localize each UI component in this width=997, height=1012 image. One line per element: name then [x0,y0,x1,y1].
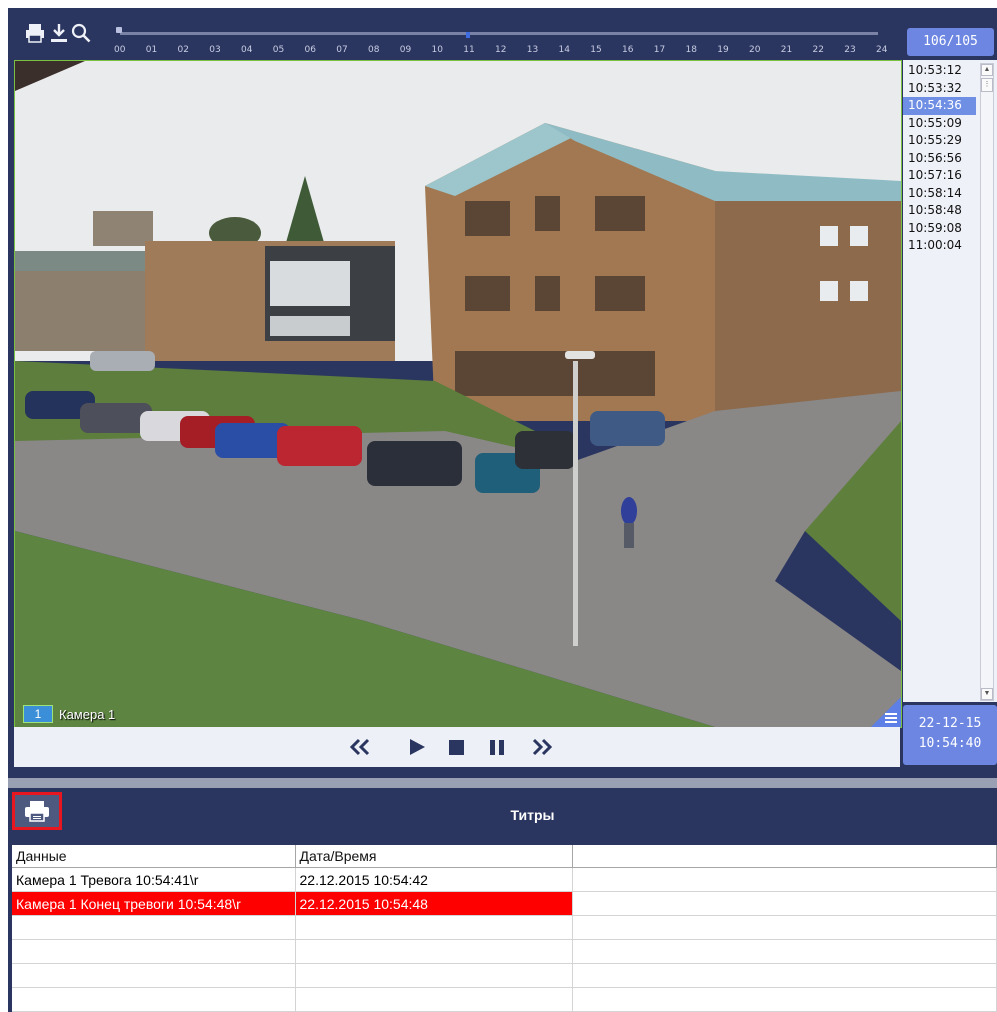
print-icon [25,801,49,822]
timeline-hour-label: 12 [495,45,507,55]
table-row[interactable]: Камера 1 Тревога 10:54:41\r 22.12.2015 10… [12,867,997,892]
timeline-hour-label: 19 [717,45,729,55]
cell-data [12,915,296,940]
timeline-hour-label: 08 [368,45,380,55]
time-list-item[interactable]: 10:59:08 [903,220,976,238]
titles-heading: Титры [510,807,555,823]
table-row[interactable] [12,939,997,964]
time-list-scrollbar[interactable]: ▲ ⋮ ▼ [980,63,994,701]
cell-empty [572,891,997,916]
timeline-hour-label: 04 [241,45,253,55]
event-time-list[interactable]: 10:53:12 10:53:32 10:54:36 10:55:09 10:55:29… [903,60,997,702]
table-header-row: Данные Дата/Время [12,845,997,868]
camera-image [15,61,901,727]
event-counter: 106/105 [907,28,994,56]
play-icon[interactable] [406,737,428,757]
timeline-hour-label: 13 [526,45,539,55]
archive-player: 00 01 02 03 04 05 06 07 08 09 10 11 12 13 14 15 16 17 18 19… [8,8,997,778]
cell-datetime [295,939,573,964]
timeline-hour-label: 02 [177,45,189,55]
time-list-item[interactable]: 10:58:14 [903,185,976,203]
time-list-item[interactable]: 10:57:16 [903,167,976,185]
cell-datetime [295,915,573,940]
timeline-hour-label: 17 [653,45,666,55]
cell-empty [572,939,997,964]
timeline-hour-label: 00 [114,45,126,55]
time-list-item[interactable]: 10:55:29 [903,132,976,150]
camera-name: Камера 1 [59,706,116,722]
timeline-hour-label: 15 [590,45,602,55]
timeline-hour-label: 11 [463,45,475,55]
search-icon[interactable] [70,22,92,44]
fast-forward-icon[interactable] [531,737,553,757]
timeline-hour-label: 23 [844,45,856,55]
table-row[interactable]: Камера 1 Конец тревоги 10:54:48\r 22.12.2… [12,891,997,916]
timeline-track[interactable] [120,32,878,35]
table-row[interactable] [12,963,997,988]
camera-video-frame[interactable]: 1 Камера 1 [14,60,902,728]
cell-empty [572,867,997,892]
scroll-down-icon[interactable]: ▼ [981,688,993,700]
timeline-hour-label: 01 [145,45,158,55]
cell-datetime: 22.12.2015 10:54:42 [295,867,573,892]
playback-controls [14,727,900,767]
timeline-hour-label: 14 [558,45,570,55]
cell-data: Камера 1 Конец тревоги 10:54:48\r [12,891,296,916]
titles-table: Данные Дата/Время Камера 1 Тревога 10:54… [12,845,997,1012]
print-icon[interactable] [24,22,46,44]
camera-label: 1 Камера 1 [23,705,115,723]
time-list-item[interactable]: 10:53:32 [903,80,976,98]
camera-number: 1 [23,705,53,723]
timeline-hour-label: 16 [622,45,634,55]
table-row[interactable] [12,915,997,940]
cell-datetime [295,963,573,988]
current-datetime: 22-12-15 10:54:40 [903,705,997,765]
table-row[interactable] [12,987,997,1012]
titles-panel: Титры Данные Дата/Время Камера 1 Тревога… [8,788,997,1012]
timeline-hour-label: 07 [336,45,348,55]
pause-icon[interactable] [486,737,508,757]
cell-empty [572,915,997,940]
scroll-up-icon[interactable]: ▲ [981,64,993,76]
timeline-hour-label: 24 [876,45,888,55]
time-list-item[interactable]: 11:00:04 [903,237,976,255]
time-list-item[interactable]: 10:55:09 [903,115,976,133]
timeline-position-marker[interactable] [466,32,470,38]
rewind-icon[interactable] [349,737,371,757]
stop-icon[interactable] [446,737,468,757]
timeline-hour-label: 06 [304,45,316,55]
timeline-hour-label: 20 [749,45,761,55]
print-button[interactable] [12,792,62,830]
timeline-hour-label: 22 [812,45,824,55]
timeline-hour-label: 21 [780,45,793,55]
time-list-item[interactable]: 10:56:56 [903,150,976,168]
player-toolbar: 00 01 02 03 04 05 06 07 08 09 10 11 12 13 14 15 16 17 18 19… [10,22,900,58]
current-date: 22-12-15 [918,716,982,731]
cell-data: Камера 1 Тревога 10:54:41\r [12,867,296,892]
timeline-hour-label: 05 [272,45,285,55]
column-header-datetime[interactable]: Дата/Время [295,845,573,868]
cell-datetime [295,987,573,1012]
time-list-item[interactable]: 10:58:48 [903,202,976,220]
menu-icon[interactable] [871,697,901,727]
download-icon[interactable] [48,22,70,44]
cell-empty [572,987,997,1012]
cell-data [12,987,296,1012]
timeline-hour-label: 10 [431,45,443,55]
timeline-hour-label: 18 [685,45,697,55]
time-list-item[interactable]: 10:53:12 [903,62,976,80]
cell-data [12,939,296,964]
panel-splitter[interactable] [8,778,997,788]
timeline-start-marker[interactable] [116,27,122,33]
column-header-empty[interactable] [572,845,997,868]
cell-data [12,963,296,988]
time-list-item[interactable]: 10:54:36 [903,97,976,115]
column-header-data[interactable]: Данные [12,845,296,868]
current-time: 10:54:40 [918,736,982,751]
timeline-hour-label: 09 [399,45,412,55]
timeline-hour-label: 03 [209,45,221,55]
cell-datetime: 22.12.2015 10:54:48 [295,891,573,916]
cell-empty [572,963,997,988]
scroll-thumb[interactable]: ⋮ [981,78,993,92]
